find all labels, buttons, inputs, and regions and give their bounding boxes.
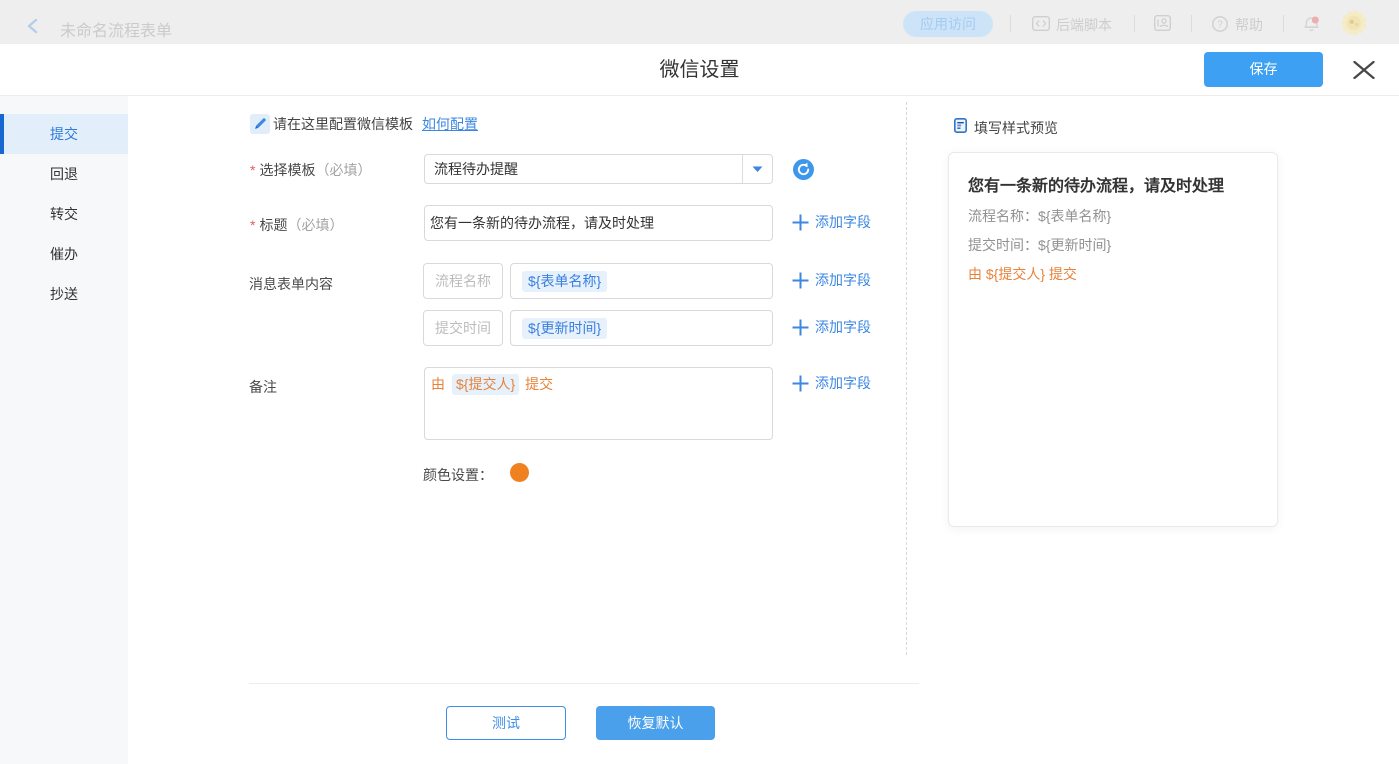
svg-text:?: ?: [1217, 20, 1223, 31]
